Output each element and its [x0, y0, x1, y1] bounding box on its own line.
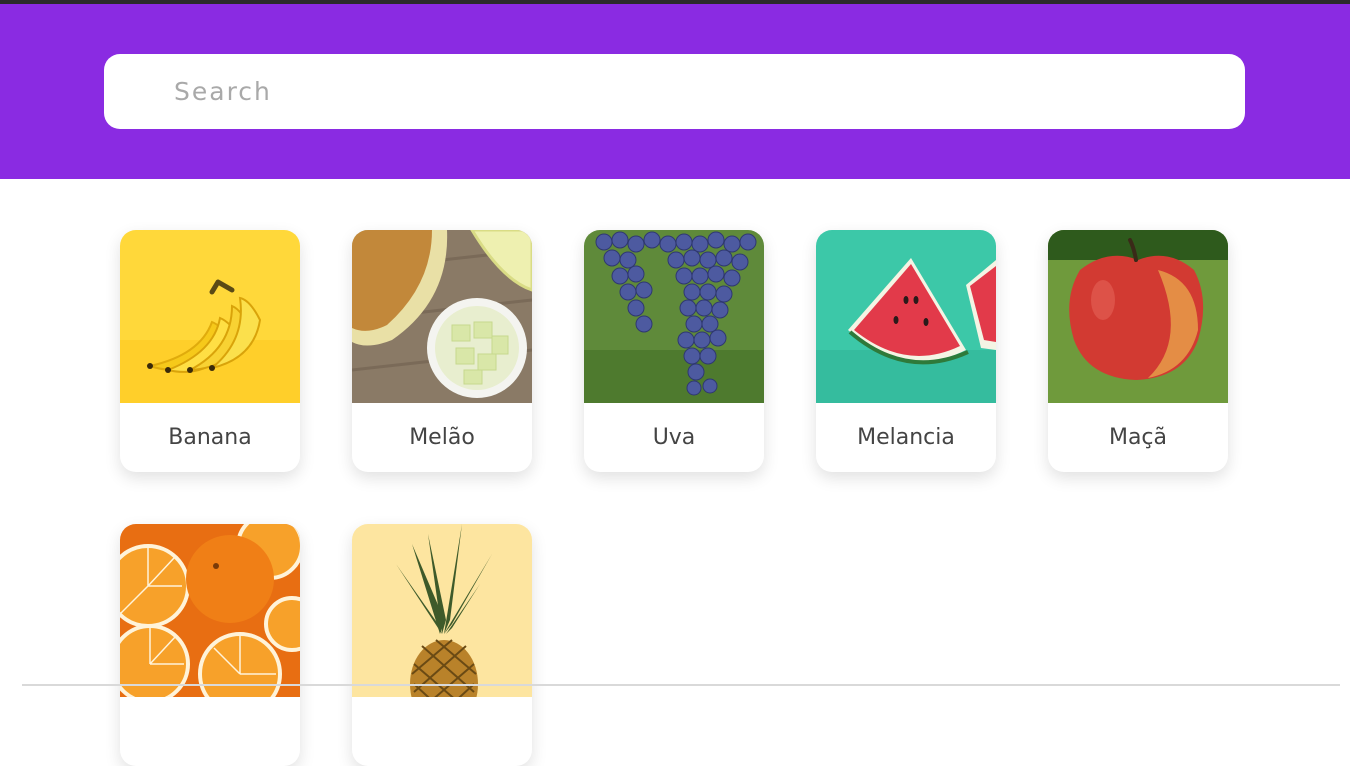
horizontal-scrollbar[interactable] — [22, 684, 1340, 686]
fruit-card-pineapple[interactable] — [352, 524, 532, 766]
orange-image — [120, 524, 300, 697]
fruit-card-melancia[interactable]: Melancia — [816, 230, 996, 472]
grape-image — [584, 230, 764, 403]
search-header — [0, 4, 1350, 179]
fruit-card-maca[interactable]: Maçã — [1048, 230, 1228, 472]
fruit-name: Melão — [409, 425, 475, 450]
banana-image — [120, 230, 300, 403]
search-input[interactable] — [104, 54, 1245, 129]
fruit-name: Banana — [168, 425, 252, 450]
fruit-card-banana[interactable]: Banana — [120, 230, 300, 472]
fruit-name: Uva — [652, 425, 696, 450]
fruit-card-orange[interactable] — [120, 524, 300, 766]
fruit-card-melao[interactable]: Melão — [352, 230, 532, 472]
fruit-card-uva[interactable]: Uva — [584, 230, 764, 472]
fruit-name: Maçã — [1108, 425, 1168, 450]
fruit-name — [352, 697, 532, 766]
fruit-name: Melancia — [857, 425, 955, 450]
watermelon-image — [816, 230, 996, 403]
apple-image — [1048, 230, 1228, 403]
melon-image — [352, 230, 532, 403]
fruit-name — [120, 697, 300, 766]
pineapple-image — [352, 524, 532, 697]
